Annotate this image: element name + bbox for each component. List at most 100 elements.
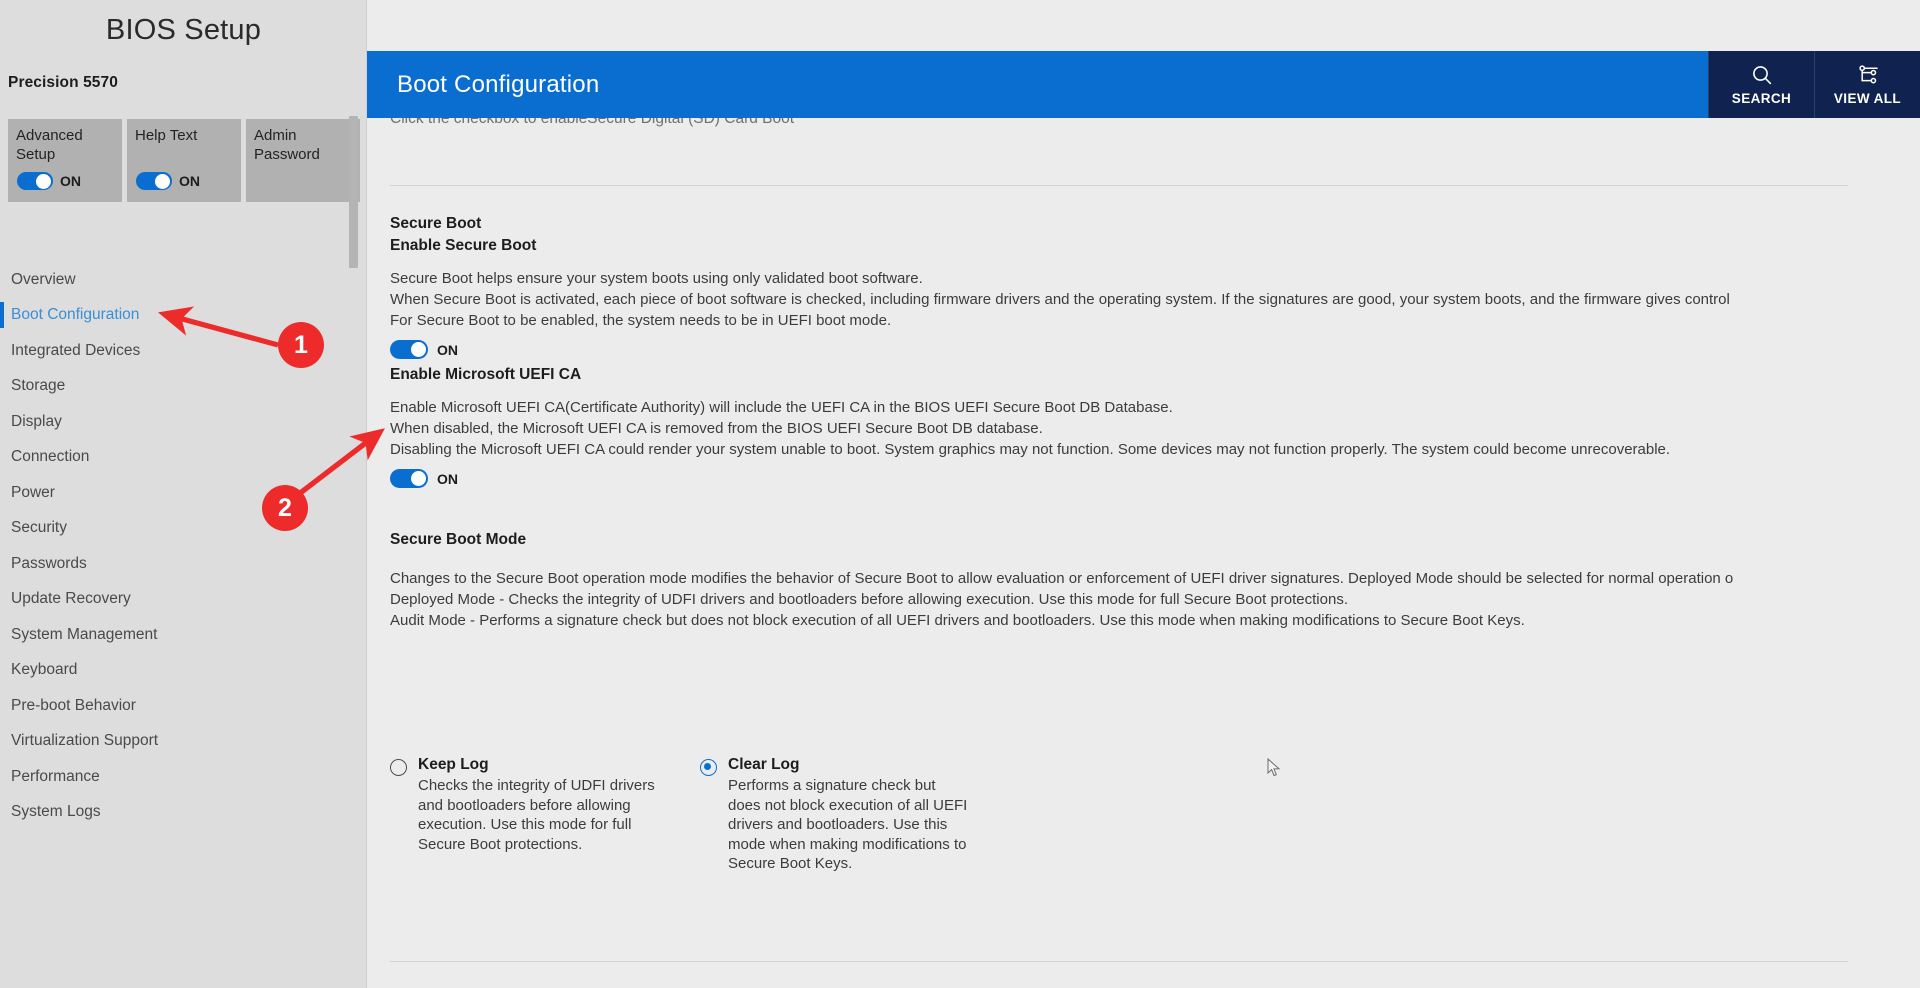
sidebar-item-label: Connection [11,448,90,466]
sidebar-item-display[interactable]: Display [0,404,367,440]
sidebar-item-pre-boot-behavior[interactable]: Pre-boot Behavior [0,688,367,724]
secure-boot-mode-desc-line-3: Audit Mode - Performs a signature check … [390,612,1525,629]
sidebar-item-keyboard[interactable]: Keyboard [0,653,367,689]
sidebar-item-label: Storage [11,377,66,395]
secure-boot-desc-line-3: For Secure Boot to be enabled, the syste… [390,312,892,329]
page-header: Boot Configuration SEARCH VIEW ALL [367,51,1920,118]
divider-top [390,185,1848,186]
help-text-state: ON [179,173,200,189]
sidebar-item-label: Integrated Devices [11,341,141,359]
search-button[interactable]: SEARCH [1708,51,1814,118]
sidebar-item-update-recovery[interactable]: Update Recovery [0,582,367,618]
advanced-setup-toggle[interactable]: ON [17,172,81,190]
sidebar-item-label: Virtualization Support [11,732,159,750]
divider-bottom [390,961,1848,962]
ms-uefi-ca-desc-line-2: When disabled, the Microsoft UEFI CA is … [390,420,1043,437]
ms-uefi-ca-section: Enable Microsoft UEFI CA Enable Microsof… [390,366,1670,488]
search-button-label: SEARCH [1731,91,1792,106]
toggle-switch-on[interactable] [390,469,428,488]
header-actions: SEARCH VIEW ALL [1708,51,1920,118]
sidebar-item-system-logs[interactable]: System Logs [0,795,367,831]
enable-secure-boot-toggle[interactable]: ON [390,340,1730,359]
sidebar-item-label: Display [11,412,62,430]
help-text-toggle[interactable]: ON [136,172,200,190]
page-title: Boot Configuration [397,70,600,98]
sidebar-scrollbar-thumb[interactable] [349,116,358,268]
clipped-sd-card-boot-text: Click the checkbox to enableSecure Digit… [390,118,795,127]
main-top-spacer [367,0,1920,51]
toggle-switch-on[interactable] [390,340,428,359]
sidebar-item-label: Security [11,519,67,537]
secure-boot-mode-desc-line-1: Changes to the Secure Boot operation mod… [390,570,1734,587]
toggle-switch-on[interactable] [136,172,172,190]
secure-boot-section: Secure Boot Enable Secure Boot Secure Bo… [390,215,1730,359]
keep-log-label: Keep Log [418,756,489,773]
admin-password-label: Admin Password [254,127,320,163]
radio-clear-log[interactable] [700,759,717,776]
sidebar-item-label: System Logs [11,803,101,821]
sidebar-item-label: Update Recovery [11,590,131,608]
secure-boot-heading: Secure Boot [390,215,482,232]
settings-scroll-pane[interactable]: Click the checkbox to enableSecure Digit… [367,118,1920,988]
sidebar-item-label: Pre-boot Behavior [11,696,136,714]
quick-toggle-cards: Advanced Setup ON Help Text ON Admin Pas… [8,119,360,202]
sidebar-item-label: Passwords [11,554,87,572]
sidebar-item-label: System Management [11,625,158,643]
sidebar-nav: Overview Boot Configuration Integrated D… [0,262,367,830]
ms-uefi-ca-desc-line-3: Disabling the Microsoft UEFI CA could re… [390,441,1671,458]
toggle-switch-on[interactable] [17,172,53,190]
enable-secure-boot-heading: Enable Secure Boot [390,237,537,254]
bios-setup-title: BIOS Setup [105,14,262,46]
view-all-button[interactable]: VIEW ALL [1814,51,1920,118]
help-text-card[interactable]: Help Text ON [127,119,241,202]
toggle-knob [36,174,51,189]
option-keep-log[interactable]: Keep Log Checks the integrity of UDFI dr… [390,756,700,874]
advanced-setup-label: Advanced Setup [16,127,83,163]
sidebar-item-power[interactable]: Power [0,475,367,511]
sidebar-item-label: Power [11,483,55,501]
sidebar-item-label: Boot Configuration [11,306,140,324]
secure-boot-desc-line-2: When Secure Boot is activated, each piec… [390,291,1730,308]
mouse-cursor [1267,757,1281,783]
toggle-knob [411,342,426,357]
advanced-setup-card[interactable]: Advanced Setup ON [8,119,122,202]
sidebar-item-system-management[interactable]: System Management [0,617,367,653]
help-text-label: Help Text [135,127,198,144]
view-all-tree-icon [1856,63,1880,87]
sidebar-item-label: Overview [11,270,76,288]
clear-log-label: Clear Log [728,756,800,773]
sidebar-item-label: Performance [11,767,100,785]
secure-boot-mode-options: Keep Log Checks the integrity of UDFI dr… [390,756,1010,874]
sidebar-item-label: Keyboard [11,661,78,679]
clear-log-description: Performs a signature check but does not … [728,777,968,872]
main-panel: Boot Configuration SEARCH VIEW ALL Click… [367,0,1920,988]
secure-boot-mode-heading: Secure Boot Mode [390,531,527,548]
radio-keep-log[interactable] [390,759,407,776]
enable-ms-uefi-ca-toggle[interactable]: ON [390,469,1670,488]
enable-ms-uefi-ca-state: ON [437,470,458,487]
sidebar-item-integrated-devices[interactable]: Integrated Devices [0,333,367,369]
option-clear-log[interactable]: Clear Log Performs a signature check but… [700,756,1010,874]
sidebar-item-connection[interactable]: Connection [0,440,367,476]
sidebar-item-storage[interactable]: Storage [0,369,367,405]
toggle-knob [155,174,170,189]
sidebar-item-passwords[interactable]: Passwords [0,546,367,582]
sidebar-item-boot-configuration[interactable]: Boot Configuration [0,298,367,334]
keep-log-description: Checks the integrity of UDFI drivers and… [418,777,655,853]
toggle-knob [411,471,426,486]
sidebar-item-security[interactable]: Security [0,511,367,547]
enable-ms-uefi-ca-heading: Enable Microsoft UEFI CA [390,366,582,383]
secure-boot-desc-line-1: Secure Boot helps ensure your system boo… [390,270,923,287]
model-name: Precision 5570 [8,74,118,91]
sidebar-item-performance[interactable]: Performance [0,759,367,795]
advanced-setup-state: ON [60,173,81,189]
sidebar: BIOS Setup Precision 5570 Advanced Setup… [0,0,367,988]
secure-boot-mode-desc-line-2: Deployed Mode - Checks the integrity of … [390,591,1348,608]
search-icon [1750,63,1774,87]
view-all-button-label: VIEW ALL [1833,91,1902,106]
ms-uefi-ca-desc-line-1: Enable Microsoft UEFI CA(Certificate Aut… [390,399,1173,416]
sidebar-item-virtualization-support[interactable]: Virtualization Support [0,724,367,760]
admin-password-card[interactable]: Admin Password [246,119,360,202]
sidebar-item-overview[interactable]: Overview [0,262,367,298]
enable-secure-boot-state: ON [437,341,458,358]
